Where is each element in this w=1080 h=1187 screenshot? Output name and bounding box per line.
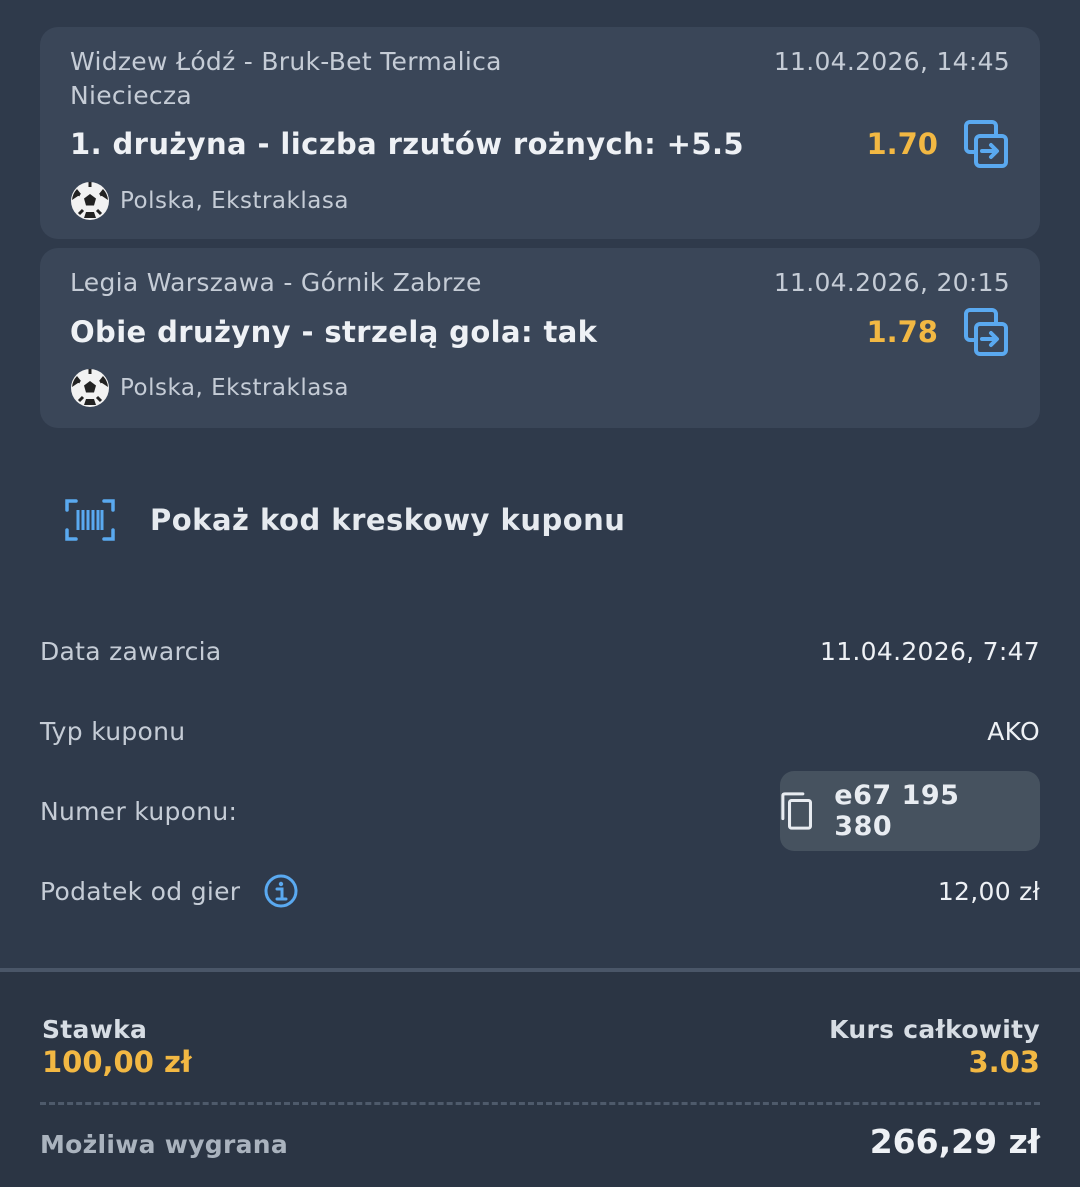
- detail-row-number: Numer kuponu: e67 195 380: [40, 771, 1040, 851]
- detail-row-tax: Podatek od gier 12,00 zł: [40, 871, 1040, 911]
- soccer-ball-icon: [71, 182, 109, 220]
- bet-card[interactable]: Widzew Łódź - Bruk-Bet Termalica Nieciec…: [40, 27, 1040, 239]
- coupon-details-page: Widzew Łódź - Bruk-Bet Termalica Nieciec…: [0, 0, 1080, 1187]
- possible-win-label: Możliwa wygrana: [40, 1130, 289, 1159]
- match-datetime: 11.04.2026, 20:15: [773, 268, 1010, 297]
- stake-label: Stawka: [42, 1015, 148, 1044]
- info-icon[interactable]: [264, 874, 298, 908]
- possible-win-value: 266,29 zł: [869, 1122, 1040, 1161]
- coupon-summary: Stawka 100,00 zł Kurs całkowity 3.03 Moż…: [0, 972, 1080, 1187]
- bet-selection: 1. drużyna - liczba rzutów rożnych: +5.5: [70, 127, 744, 161]
- barcode-icon: [65, 499, 115, 541]
- type-value: AKO: [987, 716, 1040, 746]
- soccer-ball-icon: [71, 369, 109, 407]
- number-label: Numer kuponu:: [40, 796, 238, 826]
- league-name: Polska, Ekstraklasa: [120, 375, 349, 401]
- tax-label-group: Podatek od gier: [40, 874, 298, 908]
- show-barcode-button[interactable]: Pokaż kod kreskowy kuponu: [64, 498, 625, 542]
- league: Polska, Ekstraklasa: [70, 368, 349, 408]
- swap-icon[interactable]: [962, 119, 1010, 171]
- match-datetime: 11.04.2026, 14:45: [773, 47, 1010, 76]
- coupon-number: e67 195 380: [834, 780, 960, 842]
- date-value: 11.04.2026, 7:47: [820, 636, 1040, 666]
- league: Polska, Ekstraklasa: [70, 181, 349, 221]
- dashed-divider: [40, 1102, 1040, 1105]
- detail-row-date: Data zawarcia 11.04.2026, 7:47: [40, 631, 1040, 671]
- bet-selection: Obie drużyny - strzelą gola: tak: [70, 315, 598, 349]
- tax-value: 12,00 zł: [937, 876, 1040, 906]
- match-name: Widzew Łódź - Bruk-Bet Termalica Nieciec…: [70, 47, 502, 110]
- bet-card[interactable]: Legia Warszawa - Górnik Zabrze 11.04.202…: [40, 248, 1040, 428]
- swap-icon[interactable]: [962, 307, 1010, 359]
- copy-coupon-number-button[interactable]: e67 195 380: [780, 771, 1040, 851]
- total-odds-label: Kurs całkowity: [829, 1015, 1040, 1044]
- type-label: Typ kuponu: [40, 716, 186, 746]
- date-label: Data zawarcia: [40, 636, 222, 666]
- bet-odds: 1.78: [866, 315, 938, 349]
- bet-odds: 1.70: [866, 127, 938, 161]
- league-name: Polska, Ekstraklasa: [120, 188, 349, 214]
- tax-label: Podatek od gier: [40, 876, 241, 906]
- detail-row-type: Typ kuponu AKO: [40, 711, 1040, 751]
- total-odds-value: 3.03: [968, 1045, 1040, 1079]
- copy-icon: [781, 792, 812, 830]
- match-name: Legia Warszawa - Górnik Zabrze: [70, 268, 482, 297]
- stake-value: 100,00 zł: [42, 1045, 192, 1079]
- barcode-label: Pokaż kod kreskowy kuponu: [150, 503, 626, 537]
